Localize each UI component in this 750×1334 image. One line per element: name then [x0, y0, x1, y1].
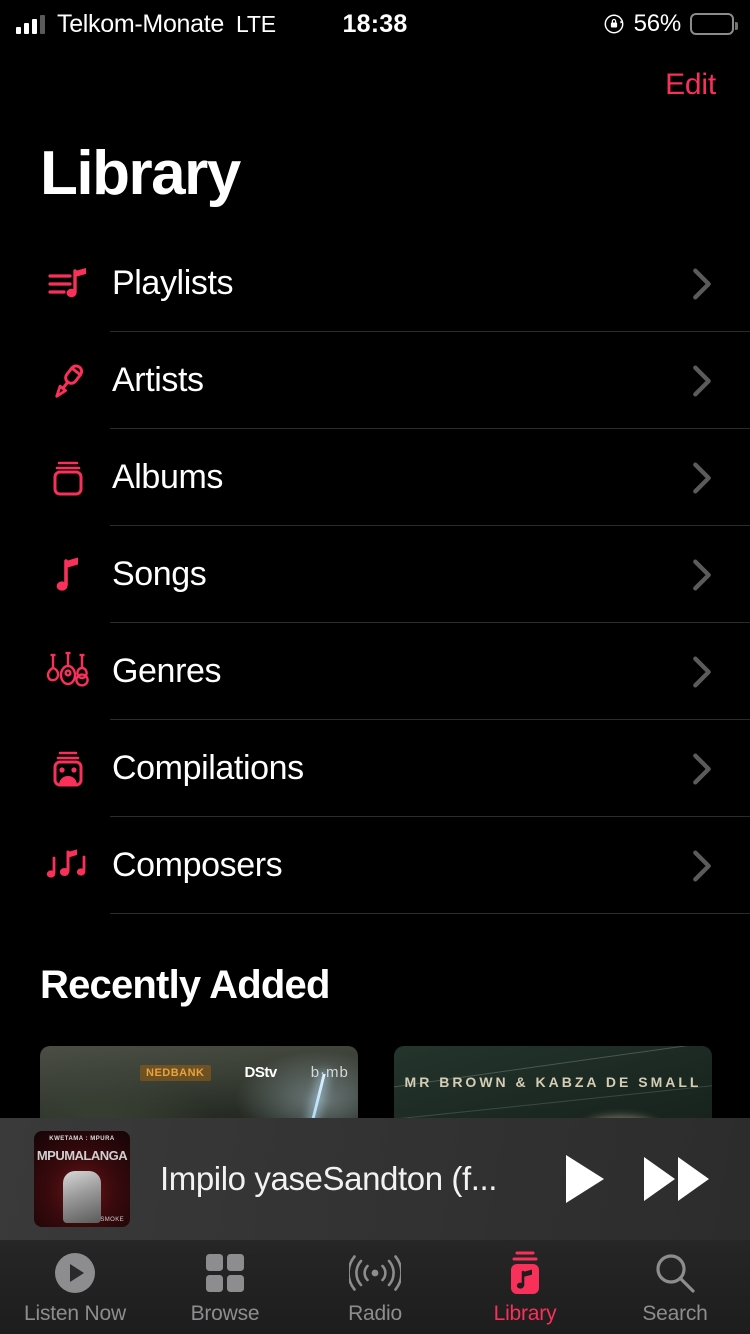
artwork-title-text: MPUMALANGA	[36, 1148, 128, 1163]
mini-player[interactable]: KWETAMA : MPURA MPUMALANGA SMOKE Impilo …	[0, 1118, 750, 1240]
library-row-composers[interactable]: Composers	[0, 817, 750, 914]
chevron-right-icon	[693, 461, 711, 493]
page-title: Library	[40, 139, 241, 208]
status-bar: Telkom-Monate LTE 18:38 56%	[0, 0, 750, 48]
now-playing-artwork[interactable]: KWETAMA : MPURA MPUMALANGA SMOKE	[34, 1131, 130, 1227]
storm-artwork-logos: NEDBANK DStv b·mb	[140, 1064, 349, 1081]
battery-icon	[690, 13, 738, 35]
app-screen: Telkom-Monate LTE 18:38 56% Edit Library	[0, 0, 750, 1334]
music-note-icon	[40, 547, 96, 603]
chevron-right-icon	[693, 753, 711, 784]
network-type-label: LTE	[236, 10, 276, 37]
rotation-lock-icon	[604, 14, 624, 34]
grid-squares-icon	[204, 1250, 246, 1296]
album-logo-secondary: DStv	[244, 1064, 278, 1081]
clock-label: 18:38	[342, 9, 408, 38]
artwork-top-text: KWETAMA : MPURA	[49, 1136, 115, 1142]
fist-graphic	[63, 1171, 101, 1223]
chevron-right-icon	[693, 364, 711, 396]
library-item-label: Playlists	[112, 264, 234, 302]
battery-percent-label: 56%	[633, 10, 682, 37]
library-row-songs[interactable]: Songs	[0, 526, 750, 623]
tab-bar: Listen Now Browse Radio Library Search	[0, 1240, 750, 1334]
library-list: Playlists Artists Albums Songs Genres Co…	[0, 235, 750, 914]
tab-label: Browse	[190, 1302, 260, 1325]
carrier-label: Telkom-Monate	[57, 9, 224, 38]
tab-label: Radio	[348, 1302, 402, 1325]
album-logo-tertiary: b·mb	[310, 1064, 349, 1081]
search-icon	[653, 1250, 697, 1296]
library-row-albums[interactable]: Albums	[0, 429, 750, 526]
play-button[interactable]	[554, 1148, 616, 1210]
chevron-right-icon	[693, 559, 711, 590]
library-icon	[504, 1250, 546, 1296]
play-circle-icon	[53, 1250, 97, 1296]
tab-label: Search	[642, 1302, 708, 1325]
signal-bars-icon	[16, 14, 45, 34]
microphone-icon	[40, 353, 96, 409]
library-item-label: Songs	[112, 555, 207, 593]
next-track-button[interactable]	[638, 1148, 716, 1210]
triple-note-icon	[40, 838, 96, 894]
library-item-label: Composers	[112, 846, 283, 884]
album-logo-primary: NEDBANK	[140, 1064, 211, 1081]
library-item-label: Compilations	[112, 749, 304, 787]
album-artist-text: MR BROWN & KABZA DE SMALL	[404, 1074, 702, 1090]
tab-browse[interactable]: Browse	[150, 1250, 300, 1326]
play-icon	[566, 1155, 604, 1203]
playlist-note-icon	[40, 256, 96, 312]
chevron-right-icon	[693, 267, 711, 299]
artwork-footer-text: SMOKE	[100, 1217, 124, 1223]
status-bar-left: Telkom-Monate LTE	[16, 10, 276, 39]
library-row-genres[interactable]: Genres	[0, 623, 750, 720]
album-stack-icon	[40, 450, 96, 506]
tab-library[interactable]: Library	[450, 1250, 600, 1326]
tab-search[interactable]: Search	[600, 1250, 750, 1326]
library-item-label: Artists	[112, 361, 204, 399]
chevron-right-icon	[693, 656, 711, 687]
recently-added-heading: Recently Added	[40, 963, 330, 1007]
compilation-icon	[40, 741, 96, 797]
library-item-label: Genres	[112, 652, 222, 690]
status-bar-right: 56%	[603, 10, 738, 38]
tab-radio[interactable]: Radio	[300, 1250, 450, 1326]
tab-label: Library	[493, 1302, 557, 1325]
radio-waves-icon	[349, 1250, 401, 1296]
library-row-playlists[interactable]: Playlists	[0, 235, 750, 332]
edit-button[interactable]: Edit	[665, 68, 716, 102]
library-row-compilations[interactable]: Compilations	[0, 720, 750, 817]
row-separator	[110, 913, 750, 914]
library-row-artists[interactable]: Artists	[0, 332, 750, 429]
now-playing-title: Impilo yaseSandton (f...	[160, 1160, 498, 1197]
guitars-icon	[40, 644, 96, 700]
tab-listen-now[interactable]: Listen Now	[0, 1250, 150, 1326]
library-item-label: Albums	[112, 458, 223, 496]
tab-label: Listen Now	[24, 1302, 126, 1325]
chevron-right-icon	[693, 850, 711, 881]
fast-forward-icon	[644, 1157, 709, 1201]
